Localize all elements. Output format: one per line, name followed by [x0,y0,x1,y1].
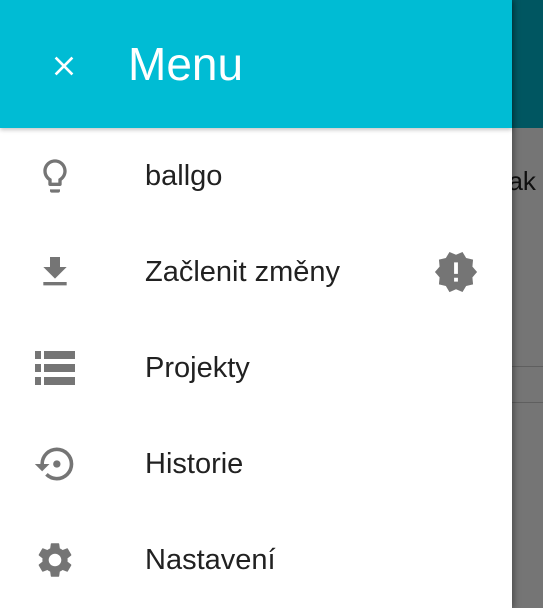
menu-item-label: ballgo [145,160,223,192]
drawer-header: Menu [0,0,512,128]
settings-gear-icon [31,536,79,584]
menu-item-label: Nastavení [145,544,276,576]
menu-item-projects[interactable]: Projekty [0,320,512,416]
menu-item-label: Projekty [145,352,250,384]
menu-item-settings[interactable]: Nastavení [0,512,512,608]
menu-item-merge-changes[interactable]: Začlenit změny [0,224,512,320]
alert-badge-icon [432,248,480,296]
history-icon [31,440,79,488]
menu-item-ballgo[interactable]: ballgo [0,128,512,224]
download-icon [31,248,79,296]
list-icon [31,344,79,392]
lightbulb-icon [31,152,79,200]
menu-item-label: Historie [145,448,244,480]
menu-item-history[interactable]: Historie [0,416,512,512]
navigation-drawer: Menu ballgo Začlenit změny Projekty Hist… [0,0,512,608]
close-button[interactable] [40,42,88,90]
close-icon [54,56,74,76]
menu-item-label: Začlenit změny [145,256,341,288]
drawer-title: Menu [128,38,244,90]
